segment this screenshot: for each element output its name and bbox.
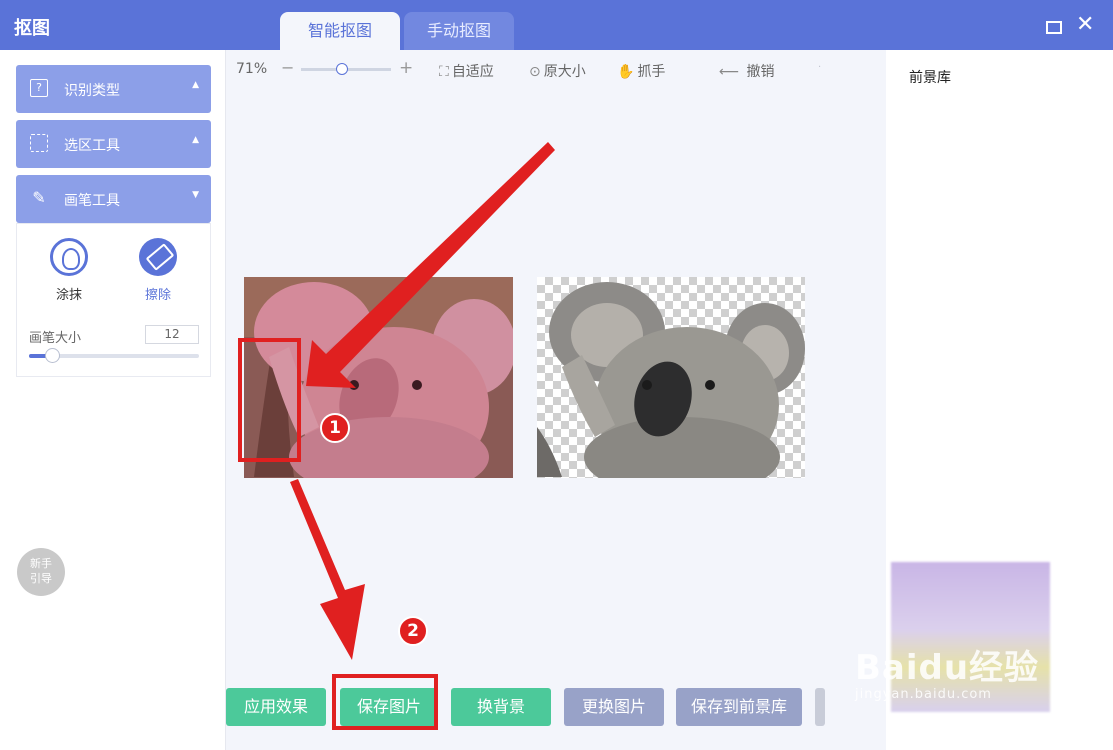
fit-button[interactable]: ⛶ 自适应 <box>439 61 494 81</box>
canvas-toolbar: 71% − + ⛶ 自适应 ⊙ 原大小 ✋ 抓手 ⟵ 撤销 · <box>226 50 886 90</box>
apply-effect-button[interactable]: 应用效果 <box>226 688 326 726</box>
watermark-url: jingyan.baidu.com <box>855 687 992 702</box>
question-icon: ? <box>30 79 48 97</box>
original-size-button[interactable]: ⊙ 原大小 <box>529 61 586 81</box>
selection-icon <box>30 134 48 152</box>
section-label: 画笔工具 <box>64 193 120 209</box>
koala-cutout <box>537 282 805 478</box>
section-label: 识别类型 <box>64 83 120 99</box>
grab-label: 抓手 <box>637 64 666 80</box>
hand-icon: ✋ <box>617 64 635 80</box>
smear-tool[interactable]: 涂抹 <box>39 238 99 303</box>
brush-tool-panel: 涂抹 擦除 画笔大小 12 <box>16 223 211 377</box>
more-actions-button[interactable] <box>815 688 825 726</box>
fit-label: 自适应 <box>451 64 494 80</box>
brush-size-handle[interactable] <box>44 348 60 363</box>
erase-tool[interactable]: 擦除 <box>128 238 188 303</box>
beginner-guide-button[interactable]: 新手 引导 <box>17 548 65 596</box>
more-indicator: · <box>818 62 822 73</box>
original-size-label: 原大小 <box>543 64 586 80</box>
change-image-button[interactable]: 更换图片 <box>564 688 664 726</box>
foreground-library-title: 前景库 <box>909 70 951 86</box>
guide-label-line2: 引导 <box>30 572 52 585</box>
save-button-highlight-box <box>332 674 438 730</box>
chevron-up-icon: ▲ <box>192 135 199 145</box>
step-2-badge: 2 <box>398 616 428 646</box>
title-bar: 抠图 智能抠图 手动抠图 ✕ <box>0 0 1113 50</box>
step-1-badge: 1 <box>320 413 350 443</box>
chevron-up-icon: ▲ <box>192 80 199 90</box>
undo-label: 撤销 <box>746 64 775 80</box>
tab-smart-cutout[interactable]: 智能抠图 <box>280 12 400 50</box>
save-to-foreground-library-button[interactable]: 保存到前景库 <box>676 688 802 726</box>
section-recognize-type[interactable]: ? 识别类型 ▲ <box>16 65 211 113</box>
fit-icon: ⛶ <box>439 64 449 80</box>
annotation-highlight-box <box>238 338 301 462</box>
guide-label-line1: 新手 <box>30 557 52 570</box>
erase-label: 擦除 <box>144 288 171 303</box>
zoom-in-button[interactable]: + <box>399 58 413 78</box>
watermark-logo: Baidu经验 <box>855 648 1040 688</box>
change-background-button[interactable]: 换背景 <box>451 688 551 726</box>
eraser-icon <box>139 238 177 276</box>
smear-icon <box>50 238 88 276</box>
zoom-handle[interactable] <box>335 63 348 75</box>
maximize-button[interactable] <box>1046 21 1062 34</box>
smear-label: 涂抹 <box>55 288 82 303</box>
zoom-reset-icon: ⊙ <box>529 64 541 80</box>
cutout-preview[interactable] <box>537 277 805 478</box>
brush-size-input[interactable]: 12 <box>145 325 199 344</box>
brush-size-label: 画笔大小 <box>29 331 82 346</box>
zoom-value: 71% <box>236 61 268 77</box>
zoom-out-button[interactable]: − <box>281 58 294 77</box>
undo-arrow-icon: ⟵ <box>719 64 740 80</box>
undo-button[interactable]: ⟵ 撤销 <box>719 61 775 81</box>
section-label: 选区工具 <box>64 138 120 154</box>
brush-size-slider[interactable] <box>29 348 199 363</box>
close-button[interactable]: ✕ <box>1076 14 1094 36</box>
left-panel: ? 识别类型 ▲ 选区工具 ▲ ✎ 画笔工具 ▼ <box>0 50 226 750</box>
section-brush-tool[interactable]: ✎ 画笔工具 ▼ <box>16 175 211 223</box>
watermark: Baidu经验 jingyan.baidu.com <box>855 640 1065 702</box>
app-title: 抠图 <box>14 18 50 39</box>
tab-manual-cutout[interactable]: 手动抠图 <box>404 12 514 50</box>
grab-button[interactable]: ✋ 抓手 <box>617 61 665 81</box>
chevron-down-icon: ▼ <box>192 190 199 200</box>
zoom-slider[interactable] <box>301 63 391 75</box>
pencil-icon: ✎ <box>32 188 46 207</box>
section-selection-tool[interactable]: 选区工具 ▲ <box>16 120 211 168</box>
